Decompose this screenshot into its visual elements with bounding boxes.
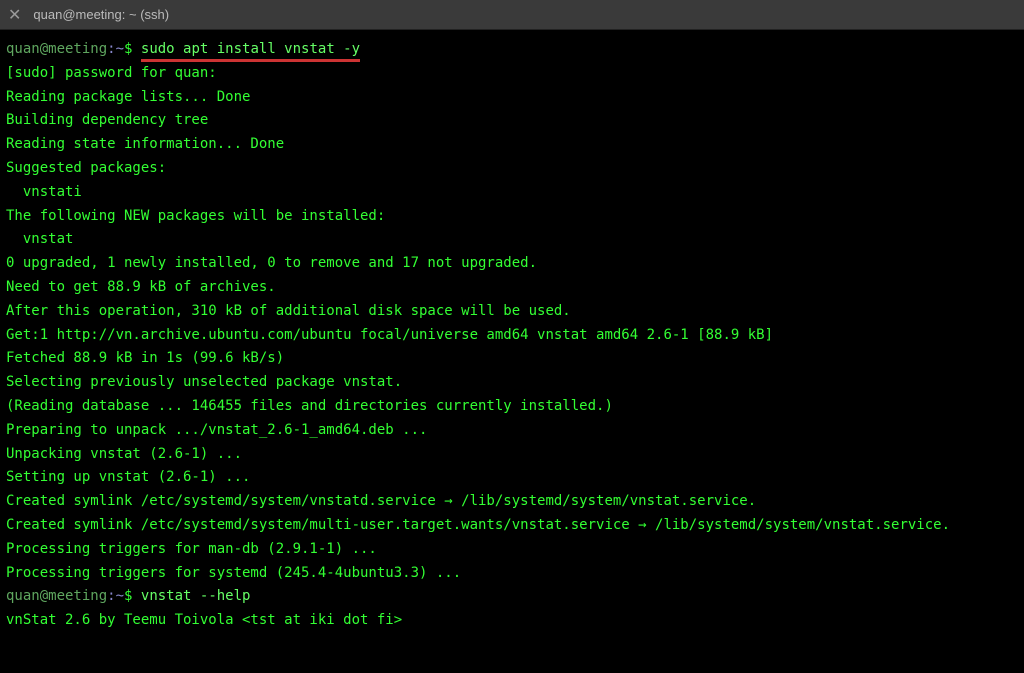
prompt-line-1: quan@meeting:~$ sudo apt install vnstat …	[6, 41, 360, 62]
output-line: [sudo] password for quan:	[6, 65, 217, 81]
output-line: Created symlink /etc/systemd/system/mult…	[6, 517, 950, 533]
output-line: Reading state information... Done	[6, 136, 284, 152]
tab-title: quan@meeting: ~ (ssh)	[33, 7, 169, 22]
output-line: Suggested packages:	[6, 160, 166, 176]
prompt-path: ~	[116, 588, 124, 604]
output-last-line: vnStat 2.6 by Teemu Toivola <tst at iki …	[6, 612, 402, 628]
output-line: Processing triggers for systemd (245.4-4…	[6, 565, 461, 581]
output-line: Preparing to unpack .../vnstat_2.6-1_amd…	[6, 422, 427, 438]
output-line: vnstati	[6, 184, 82, 200]
output-line: After this operation, 310 kB of addition…	[6, 303, 571, 319]
output-line: Need to get 88.9 kB of archives.	[6, 279, 276, 295]
output-line: 0 upgraded, 1 newly installed, 0 to remo…	[6, 255, 537, 271]
output-line: (Reading database ... 146455 files and d…	[6, 398, 613, 414]
output-line: Get:1 http://vn.archive.ubuntu.com/ubunt…	[6, 327, 773, 343]
prompt-line-2: quan@meeting:~$ vnstat --help	[6, 588, 250, 604]
prompt-user: quan@meeting	[6, 588, 107, 604]
terminal[interactable]: quan@meeting:~$ sudo apt install vnstat …	[0, 30, 1024, 673]
prompt-dollar: $	[124, 588, 141, 604]
prompt-dollar: $	[124, 41, 141, 57]
close-tab-icon[interactable]: ✕	[8, 5, 21, 25]
output-line: Setting up vnstat (2.6-1) ...	[6, 469, 250, 485]
output-line: vnstat	[6, 231, 73, 247]
output-line: Unpacking vnstat (2.6-1) ...	[6, 446, 242, 462]
prompt-path: ~	[116, 41, 124, 57]
prompt-user: quan@meeting	[6, 41, 107, 57]
tab-bar: ✕ quan@meeting: ~ (ssh)	[0, 0, 1024, 30]
output-line: Processing triggers for man-db (2.9.1-1)…	[6, 541, 377, 557]
command-2: vnstat --help	[141, 588, 251, 604]
output-line: Reading package lists... Done	[6, 89, 250, 105]
output-line: Created symlink /etc/systemd/system/vnst…	[6, 493, 756, 509]
command-1: sudo apt install vnstat -y	[141, 41, 360, 62]
output-line: The following NEW packages will be insta…	[6, 208, 385, 224]
output-line: Building dependency tree	[6, 112, 208, 128]
output-line: Selecting previously unselected package …	[6, 374, 402, 390]
prompt-colon: :	[107, 41, 115, 57]
prompt-colon: :	[107, 588, 115, 604]
output-line: Fetched 88.9 kB in 1s (99.6 kB/s)	[6, 350, 284, 366]
